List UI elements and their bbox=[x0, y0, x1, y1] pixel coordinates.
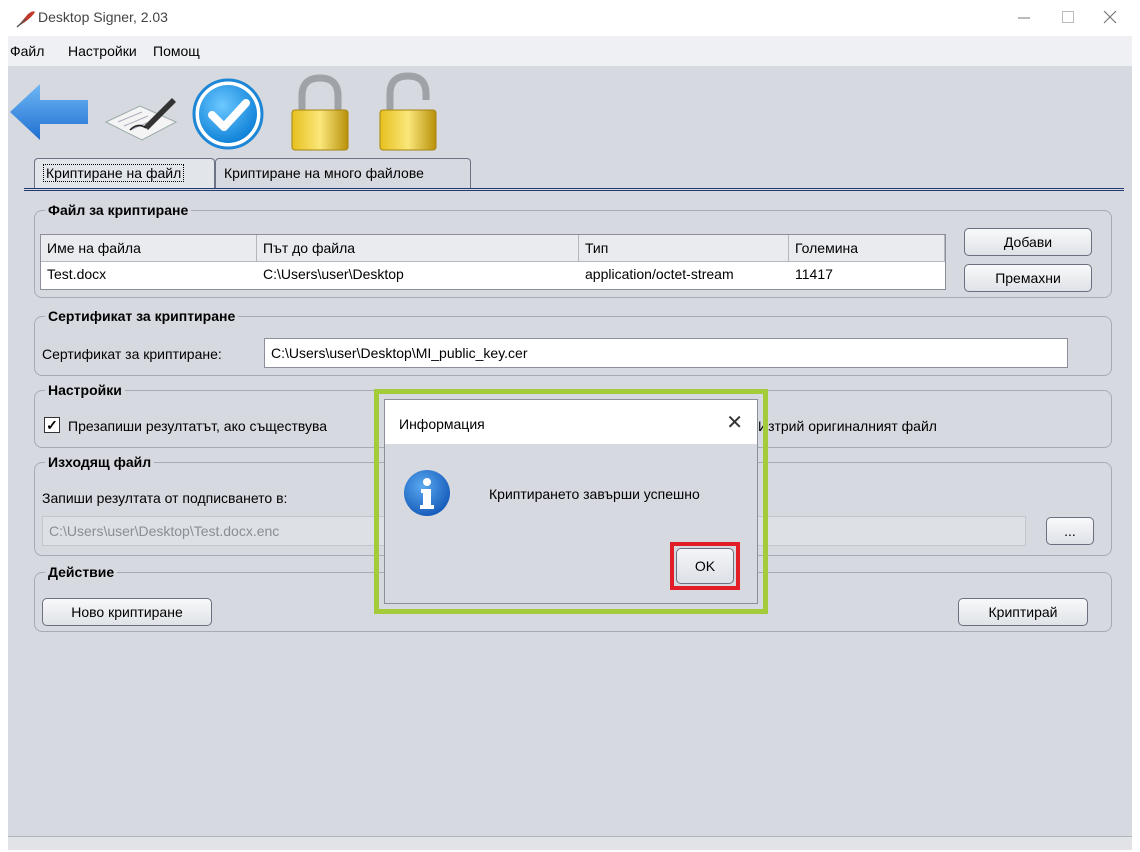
new-encryption-button[interactable]: Ново криптиране bbox=[42, 598, 212, 626]
remove-button[interactable]: Премахни bbox=[964, 264, 1092, 292]
close-button[interactable] bbox=[1088, 2, 1132, 32]
group-title: Изходящ файл bbox=[45, 454, 155, 470]
tab-label: Криптиране на файл bbox=[43, 164, 185, 182]
browse-button[interactable]: ... bbox=[1046, 517, 1094, 545]
menu-bar: Файл Настройки Помощ bbox=[8, 36, 1132, 66]
maximize-icon bbox=[1062, 11, 1074, 23]
group-title: Настройки bbox=[45, 382, 125, 398]
menu-settings[interactable]: Настройки bbox=[68, 43, 137, 59]
menu-help[interactable]: Помощ bbox=[153, 43, 200, 59]
cell-name[interactable]: Test.docx bbox=[41, 262, 257, 288]
lock-closed-icon[interactable] bbox=[280, 72, 360, 152]
minimize-icon bbox=[1018, 17, 1030, 19]
group-title: Файл за криптиране bbox=[45, 202, 192, 218]
tab-divider bbox=[24, 188, 1124, 191]
ok-button[interactable]: OK bbox=[676, 548, 734, 584]
window-title: Desktop Signer, 2.03 bbox=[38, 9, 168, 25]
column-header-type[interactable]: Тип bbox=[579, 235, 789, 262]
back-arrow-icon[interactable] bbox=[8, 72, 88, 152]
tab-label: Криптиране на много файлове bbox=[224, 165, 424, 181]
signature-icon[interactable] bbox=[100, 72, 180, 152]
file-table[interactable]: Име на файла Път до файла Тип Големина T… bbox=[40, 234, 946, 290]
cell-type[interactable]: application/octet-stream bbox=[579, 262, 789, 288]
lock-open-icon[interactable] bbox=[368, 72, 448, 152]
dialog-close-icon[interactable]: ✕ bbox=[726, 410, 743, 435]
cell-path[interactable]: C:\Users\user\Desktop bbox=[257, 262, 579, 288]
dialog-title-bar: Информация ✕ bbox=[385, 400, 757, 444]
checkmark-icon[interactable] bbox=[188, 72, 268, 152]
tab-encrypt-file[interactable]: Криптиране на файл bbox=[34, 158, 215, 188]
dialog-message: Криптирането завърши успешно bbox=[489, 486, 700, 502]
column-header-name[interactable]: Име на файла bbox=[41, 235, 257, 262]
add-button[interactable]: Добави bbox=[964, 228, 1092, 256]
menu-file[interactable]: Файл bbox=[10, 43, 44, 59]
tab-encrypt-many-files[interactable]: Криптиране на много файлове bbox=[215, 158, 471, 188]
status-bar bbox=[8, 836, 1132, 850]
minimize-button[interactable] bbox=[1002, 2, 1046, 32]
column-header-size[interactable]: Големина bbox=[789, 235, 945, 262]
column-header-path[interactable]: Път до файла bbox=[257, 235, 579, 262]
title-bar: Desktop Signer, 2.03 bbox=[0, 0, 1140, 36]
app-feather-icon bbox=[16, 11, 35, 28]
close-icon bbox=[1103, 10, 1117, 24]
info-dialog: Информация ✕ Криптирането завърши успешн… bbox=[384, 399, 758, 604]
encrypt-button[interactable]: Криптирай bbox=[958, 598, 1088, 626]
certificate-label: Сертификат за криптиране: bbox=[42, 346, 222, 362]
certificate-field[interactable]: C:\Users\user\Desktop\MI_public_key.cer bbox=[264, 338, 1068, 368]
info-icon bbox=[404, 470, 450, 516]
dialog-title: Информация bbox=[399, 416, 485, 432]
output-label: Запиши резултата от подписването в: bbox=[42, 490, 288, 506]
cell-size[interactable]: 11417 bbox=[789, 262, 945, 288]
group-title: Сертификат за криптиране bbox=[45, 308, 239, 324]
overwrite-label: Презапиши резултатът, ако съществува bbox=[68, 418, 328, 434]
delete-original-label: Изтрий оригиналният файл bbox=[758, 418, 937, 434]
overwrite-checkbox[interactable]: ✓ bbox=[44, 417, 60, 433]
group-title: Действие bbox=[45, 564, 118, 580]
maximize-button[interactable] bbox=[1046, 2, 1090, 32]
